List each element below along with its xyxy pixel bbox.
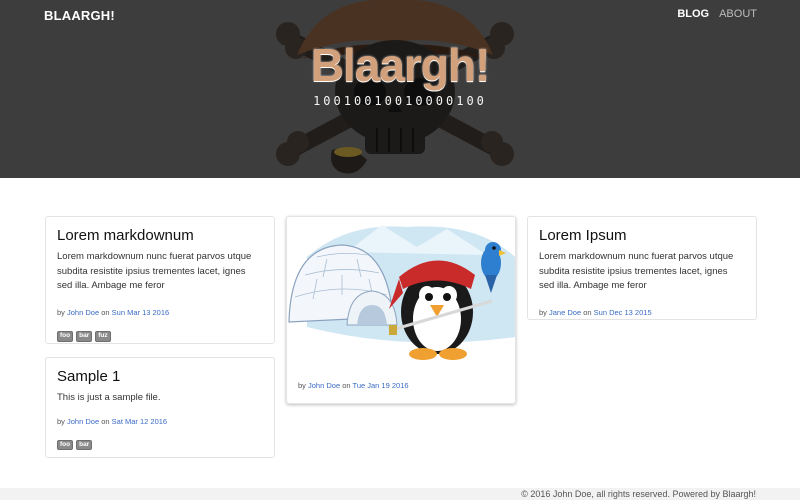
post-card: Lorem Ipsum Lorem markdownum nunc fuerat… (527, 216, 757, 320)
tag[interactable]: fuz (95, 331, 111, 342)
tag[interactable]: bar (76, 331, 93, 342)
post-card: Sample 1 This is just a sample file. by … (45, 357, 275, 458)
post-excerpt: This is just a sample file. (57, 392, 161, 403)
tag[interactable]: bar (76, 439, 93, 451)
nav-blog[interactable]: BLOG (677, 8, 709, 20)
pirate-penguin-illustration[interactable] (287, 217, 517, 367)
main-nav: BLOG ABOUT (677, 8, 757, 20)
tag-list: foo bar fuz (57, 331, 263, 342)
hero-title: Blaargh! (310, 39, 491, 91)
site-header: Blaargh! 10010010010000100 BLAARGH! BLOG… (0, 0, 800, 178)
hero-binary-text: 10010010010000100 (313, 94, 487, 108)
date-link[interactable]: Sun Dec 13 2015 (594, 308, 652, 317)
post-title[interactable]: Lorem markdownum (57, 227, 263, 244)
author-link[interactable]: John Doe (67, 417, 99, 426)
post-card: Lorem markdownum Lorem markdownum nunc f… (45, 216, 275, 344)
author-link[interactable]: John Doe (308, 381, 340, 390)
date-link[interactable]: Sun Mar 13 2016 (112, 308, 170, 317)
author-link[interactable]: Jane Doe (549, 308, 581, 317)
author-link[interactable]: John Doe (67, 308, 99, 317)
post-meta: by John Doe on Sun Mar 13 2016 (57, 308, 170, 318)
post-meta: by John Doe on Tue Jan 19 2016 (298, 381, 409, 390)
brand-link[interactable]: BLAARGH! (44, 8, 115, 23)
date-link[interactable]: Tue Jan 19 2016 (353, 381, 409, 390)
post-card: by John Doe on Tue Jan 19 2016 (286, 216, 516, 404)
site-footer: © 2016 John Doe, all rights reserved. Po… (0, 488, 800, 500)
date-link[interactable]: Sat Mar 12 2016 (112, 417, 167, 426)
post-title[interactable]: Sample 1 (57, 368, 263, 385)
post-excerpt: Lorem markdownum nunc fuerat parvos utqu… (539, 251, 734, 292)
footer-text: © 2016 John Doe, all rights reserved. Po… (521, 489, 756, 499)
post-excerpt: Lorem markdownum nunc fuerat parvos utqu… (57, 251, 252, 292)
post-meta: by John Doe on Sat Mar 12 2016 (57, 416, 168, 426)
tag[interactable]: foo (57, 331, 74, 342)
post-meta: by Jane Doe on Sun Dec 13 2015 (539, 308, 652, 318)
post-title[interactable]: Lorem Ipsum (539, 227, 745, 244)
nav-about[interactable]: ABOUT (719, 8, 757, 20)
tag-list: foo bar (57, 439, 263, 451)
tag[interactable]: foo (57, 439, 74, 451)
